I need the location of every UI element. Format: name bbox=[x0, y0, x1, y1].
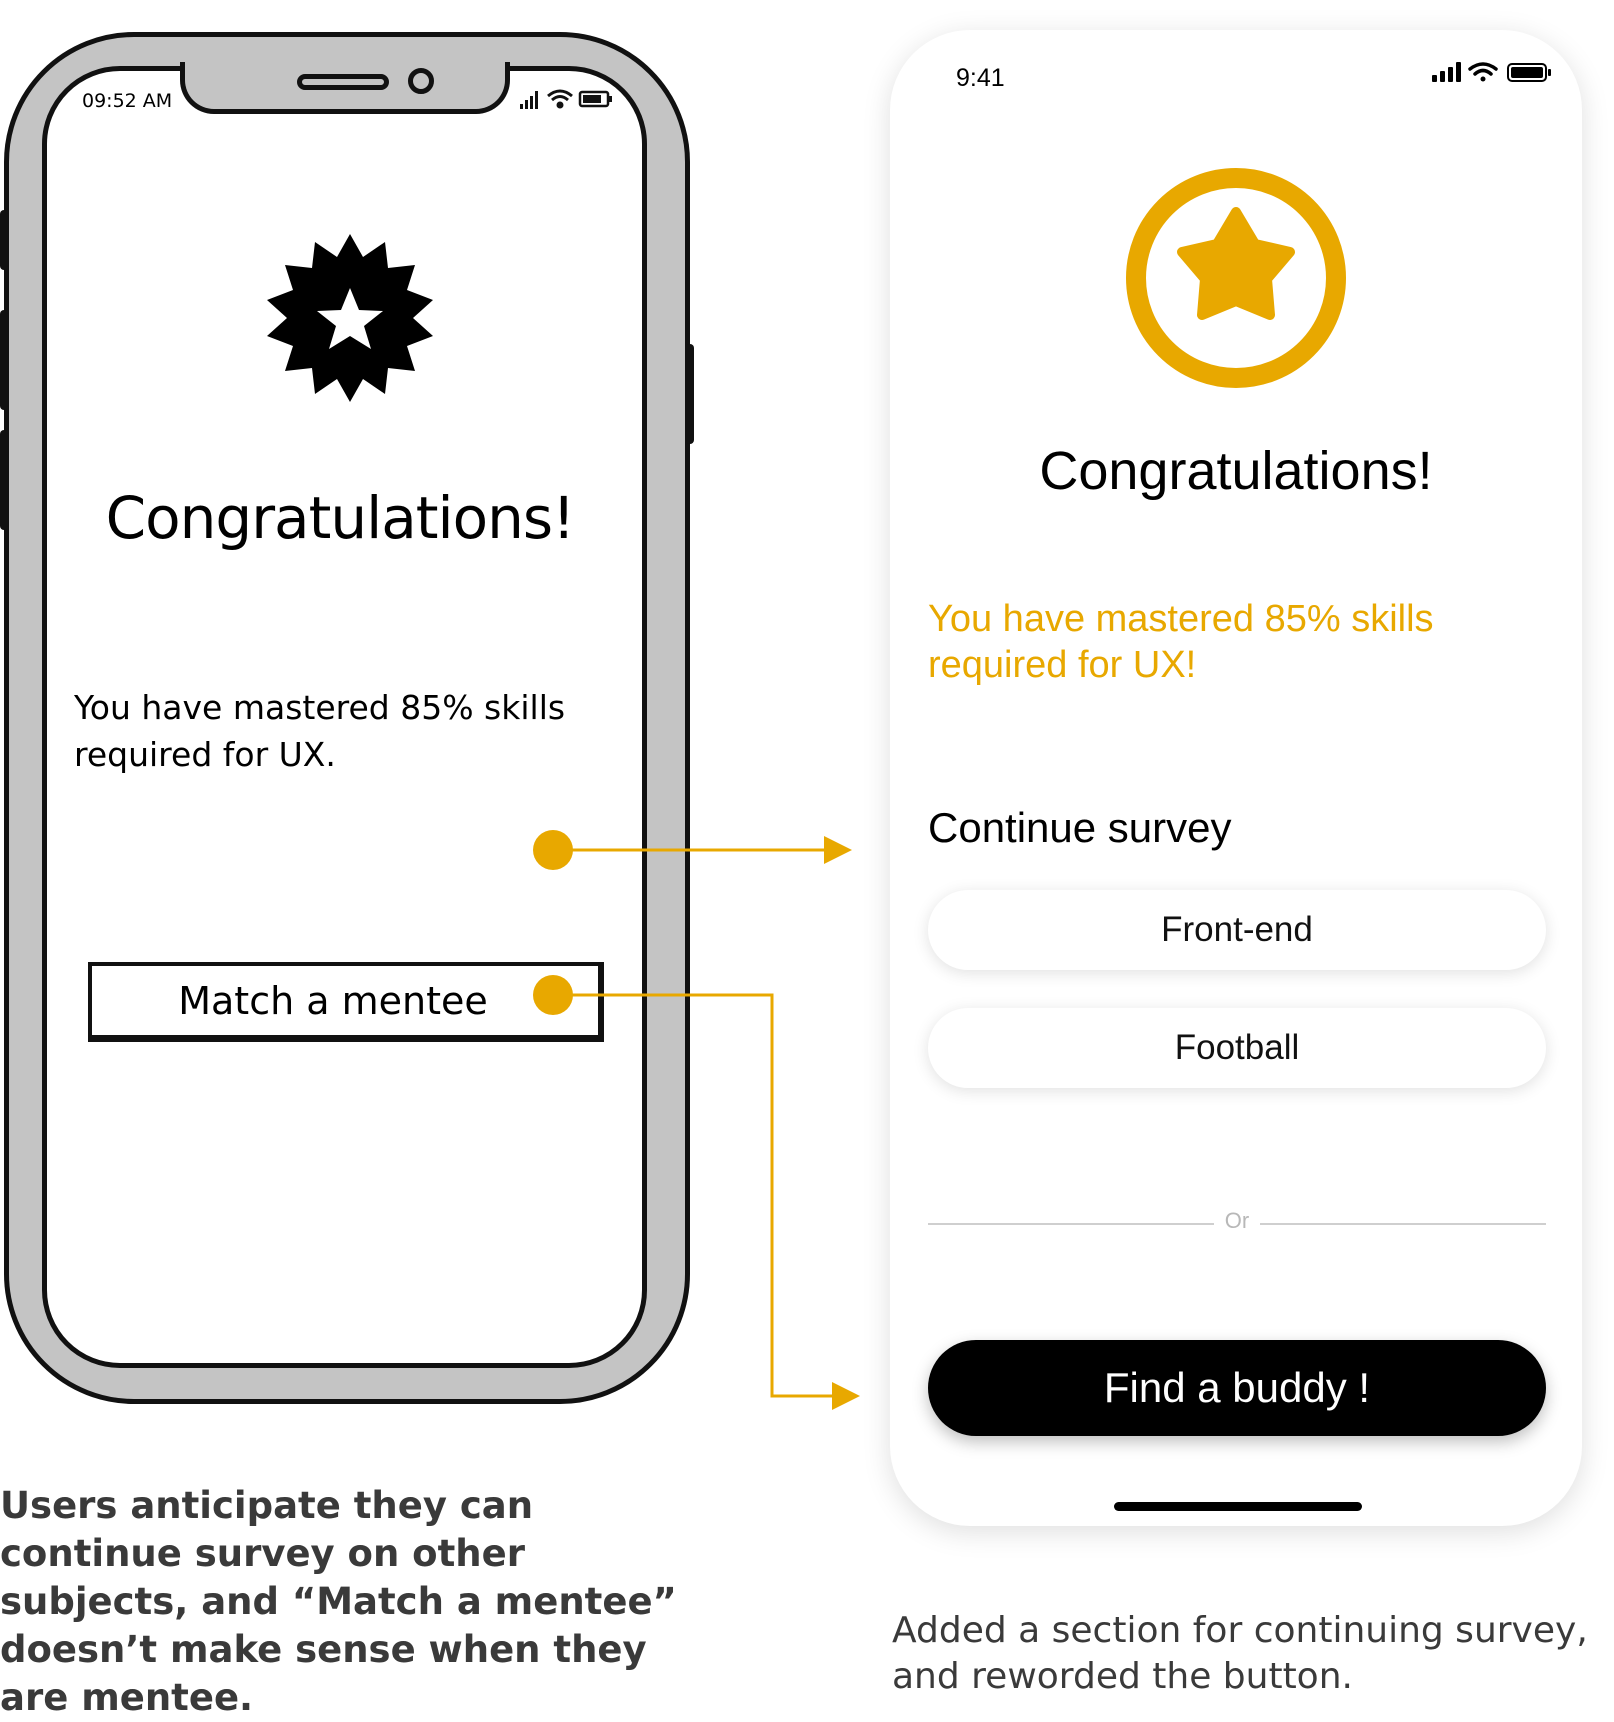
home-indicator bbox=[1114, 1502, 1362, 1511]
wireframe-side-button bbox=[0, 430, 8, 530]
hifi-title: Congratulations! bbox=[1039, 441, 1433, 501]
survey-option-front-end[interactable]: Front-end bbox=[928, 890, 1546, 970]
hifi-phone-frame: 9:41 Congratulations! You have mastered … bbox=[890, 30, 1582, 1526]
hifi-mastery-message: You have mastered 85% skills required fo… bbox=[928, 598, 1434, 686]
wireframe-status-icons bbox=[520, 89, 612, 109]
continue-survey-heading: Continue survey bbox=[928, 804, 1232, 851]
arrow-right-icon bbox=[824, 836, 852, 864]
signal-icon bbox=[1432, 62, 1461, 82]
wireframe-status-time: 09:52 AM bbox=[82, 90, 173, 112]
survey-option-football[interactable]: Football bbox=[928, 1008, 1546, 1088]
battery-icon bbox=[1507, 63, 1551, 82]
find-buddy-button[interactable]: Find a buddy ! bbox=[928, 1340, 1546, 1436]
wifi-icon bbox=[1468, 62, 1498, 82]
wifi-icon bbox=[547, 89, 573, 109]
wireframe-body-text: You have mastered 85% skills required fo… bbox=[74, 688, 566, 774]
star-circle-icon bbox=[1126, 168, 1346, 388]
wireframe-camera bbox=[408, 68, 434, 94]
wireframe-side-button bbox=[0, 210, 8, 270]
wireframe-caption: Users anticipate they can continue surve… bbox=[0, 1484, 677, 1719]
divider-or-text: Or bbox=[1224, 1208, 1250, 1233]
match-mentee-label: Match a mentee bbox=[178, 978, 488, 1023]
find-buddy-label: Find a buddy ! bbox=[1103, 1364, 1371, 1411]
or-divider: Or bbox=[928, 1208, 1546, 1238]
star-seal-icon bbox=[267, 234, 433, 402]
hifi-status-time: 9:41 bbox=[956, 64, 1005, 92]
survey-option-label: Football bbox=[1174, 1028, 1300, 1067]
divider-line bbox=[1260, 1223, 1546, 1225]
wireframe-speaker bbox=[297, 74, 389, 90]
hifi-caption: Added a section for continuing survey, a… bbox=[892, 1610, 1588, 1697]
match-mentee-button[interactable]: Match a mentee bbox=[88, 962, 604, 1042]
survey-option-label: Front-end bbox=[1161, 910, 1313, 949]
battery-icon bbox=[578, 90, 612, 108]
wireframe-title: Congratulations! bbox=[105, 484, 576, 552]
wireframe-power-button bbox=[686, 344, 694, 444]
hifi-status-icons bbox=[1432, 62, 1551, 82]
wireframe-side-button bbox=[0, 310, 8, 410]
signal-icon bbox=[520, 91, 538, 109]
arrow-right-icon bbox=[832, 1382, 860, 1410]
